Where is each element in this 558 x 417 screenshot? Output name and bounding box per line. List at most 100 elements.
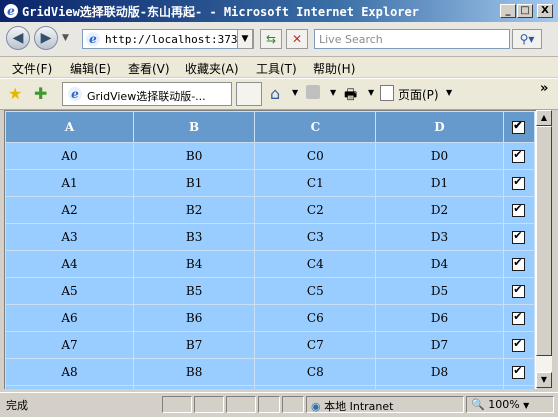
row-select-checkbox[interactable] xyxy=(512,283,526,298)
security-zone-label: 本地 Intranet xyxy=(324,400,394,413)
vertical-scrollbar[interactable]: ▲ ▼ xyxy=(536,110,552,388)
table-cell: C5 xyxy=(254,277,377,305)
gridview-table: A B C D A0B0C0D0A1B1C1D1A2B2C2D2A3B3C3D3… xyxy=(5,111,536,389)
row-select-checkbox[interactable] xyxy=(512,202,526,217)
toolbar-chevron-icon[interactable]: » xyxy=(540,81,548,96)
column-header-b: B xyxy=(132,111,256,143)
table-row: A2 B2 C2 D2 xyxy=(5,196,536,224)
page-content: A B C D A0B0C0D0A1B1C1D1A2B2C2D2A3B3C3D3… xyxy=(4,110,537,389)
row-select-checkbox[interactable] xyxy=(512,337,526,352)
column-header-a: A xyxy=(5,111,134,143)
forward-icon[interactable]: ▶ xyxy=(34,26,58,50)
menu-favorites[interactable]: 收藏夹(A) xyxy=(185,60,239,77)
table-cell: C7 xyxy=(254,331,377,359)
scroll-down-button[interactable]: ▼ xyxy=(536,372,552,388)
menu-edit[interactable]: 编辑(E) xyxy=(70,60,111,77)
search-input[interactable]: Live Search xyxy=(314,29,510,49)
add-favorite-icon[interactable]: ✚ xyxy=(34,84,47,103)
status-pane-1 xyxy=(162,396,192,413)
table-cell: C1 xyxy=(254,169,377,197)
row-select-checkbox[interactable] xyxy=(512,310,526,325)
table-cell: D7 xyxy=(375,331,504,359)
home-icon[interactable]: ⌂ xyxy=(270,84,280,103)
row-select-checkbox[interactable] xyxy=(512,175,526,190)
minimize-button[interactable]: _ xyxy=(500,4,516,18)
menu-help[interactable]: 帮助(H) xyxy=(313,60,355,77)
status-bar: 完成 ◉ 本地 Intranet 🔍 100% ▼ xyxy=(0,392,558,417)
favorites-star-icon[interactable]: ★ xyxy=(8,84,22,103)
table-cell: A5 xyxy=(5,277,134,305)
home-dropdown-icon[interactable]: ▼ xyxy=(292,88,298,97)
address-dropdown-button[interactable]: ▼ xyxy=(237,29,253,49)
table-cell-select xyxy=(502,196,536,224)
menu-bar: 文件(F) 编辑(E) 查看(V) 收藏夹(A) 工具(T) 帮助(H) xyxy=(0,57,558,77)
rss-dropdown-icon[interactable]: ▼ xyxy=(330,88,336,97)
address-url: http://localhost:3732/ xyxy=(105,33,251,46)
table-cell: C3 xyxy=(254,223,377,251)
table-cell: A7 xyxy=(5,331,134,359)
table-cell: B1 xyxy=(132,169,256,197)
table-cell: B3 xyxy=(132,223,256,251)
zoom-level: 100% xyxy=(488,398,520,411)
table-cell: B6 xyxy=(132,304,256,332)
column-header-c: C xyxy=(254,111,377,143)
table-cell: C8 xyxy=(254,358,377,386)
zoom-control[interactable]: 🔍 100% ▼ xyxy=(466,396,554,413)
table-cell: D8 xyxy=(375,358,504,386)
refresh-icon[interactable]: ⇆ xyxy=(260,29,282,49)
column-header-d: D xyxy=(375,111,504,143)
status-pane-2 xyxy=(194,396,224,413)
status-text: 完成 xyxy=(6,399,28,412)
intranet-globe-icon: ◉ xyxy=(311,400,321,413)
table-cell: B2 xyxy=(132,196,256,224)
scroll-up-button[interactable]: ▲ xyxy=(536,110,552,126)
print-dropdown-icon[interactable]: ▼ xyxy=(368,88,374,97)
table-cell-select xyxy=(502,331,536,359)
table-header-row: A B C D xyxy=(5,111,536,143)
search-icon[interactable]: ⚲▾ xyxy=(512,29,542,49)
tab-gridview[interactable]: e GridView选择联动版-... xyxy=(62,82,232,106)
table-cell: D3 xyxy=(375,223,504,251)
table-cell-select xyxy=(502,358,536,386)
page-dropdown-icon[interactable]: ▼ xyxy=(446,88,452,97)
table-row: A8 B8 C8 D8 xyxy=(5,358,536,386)
close-button[interactable]: X xyxy=(537,4,553,18)
menu-view[interactable]: 查看(V) xyxy=(128,60,170,77)
menu-tools[interactable]: 工具(T) xyxy=(256,60,297,77)
history-dropdown-icon[interactable]: ▼ xyxy=(62,33,69,43)
table-cell: C2 xyxy=(254,196,377,224)
row-select-checkbox[interactable] xyxy=(512,256,526,271)
row-select-checkbox[interactable] xyxy=(512,364,526,379)
row-select-checkbox[interactable] xyxy=(512,229,526,244)
table-cell-select xyxy=(502,223,536,251)
table-cell-select xyxy=(502,250,536,278)
stop-icon[interactable]: ✕ xyxy=(286,29,308,49)
menu-file[interactable]: 文件(F) xyxy=(12,60,52,77)
rss-feed-icon[interactable] xyxy=(306,85,320,99)
select-all-checkbox[interactable] xyxy=(512,119,526,134)
new-tab-button[interactable] xyxy=(236,82,262,106)
table-cell: A9 xyxy=(5,385,134,389)
scroll-thumb[interactable] xyxy=(536,126,552,356)
table-cell-select xyxy=(502,277,536,305)
print-icon[interactable]: 🖶 xyxy=(344,84,357,108)
row-select-checkbox[interactable] xyxy=(512,148,526,163)
table-cell: D6 xyxy=(375,304,504,332)
maximize-button[interactable]: □ xyxy=(517,4,533,18)
table-cell: B5 xyxy=(132,277,256,305)
security-zone[interactable]: ◉ 本地 Intranet xyxy=(306,396,464,413)
table-cell-select xyxy=(502,169,536,197)
table-row: A1 B1 C1 D1 xyxy=(5,169,536,197)
table-row: A7 B7 C7 D7 xyxy=(5,331,536,359)
address-input[interactable]: e http://localhost:3732/ xyxy=(82,29,254,49)
status-pane-5 xyxy=(282,396,304,413)
tab-page-icon: e xyxy=(68,87,82,101)
address-toolbar: ◀ ▶ ▼ e http://localhost:3732/ ▼ ⇆ ✕ Liv… xyxy=(0,22,558,57)
zoom-dropdown-icon[interactable]: ▼ xyxy=(523,401,529,410)
table-cell: B7 xyxy=(132,331,256,359)
table-cell-select xyxy=(502,304,536,332)
back-icon[interactable]: ◀ xyxy=(6,26,30,50)
zoom-icon: 🔍 xyxy=(471,398,485,411)
page-menu-button[interactable]: 页面(P) xyxy=(398,86,439,103)
table-cell-select xyxy=(502,385,536,389)
